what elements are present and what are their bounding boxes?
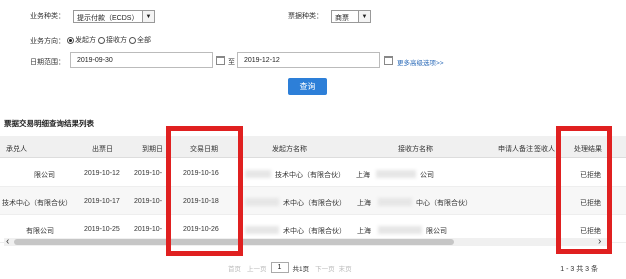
col-issue-date[interactable]: 出票日 — [92, 144, 113, 154]
cell-due-date: 2019-10- — [134, 226, 163, 233]
cell-due-date: 2019-10- — [134, 170, 163, 177]
cell-receiver-b: 中心（有限合伙） — [416, 200, 472, 207]
col-initiator[interactable]: 发起方名称 — [272, 144, 307, 154]
next-page-link[interactable]: 下一页 — [315, 263, 335, 273]
table-row[interactable]: 限公司 2019-10-12 2019-10- 2019-10-16 技术中心（… — [0, 159, 626, 187]
page-number-input[interactable]: 1 — [270, 262, 289, 273]
results-grid: 承兑人 出票日 到期日 交易日期 发起方名称 接收方名称 申请人备注 签收人 处… — [0, 136, 626, 246]
col-drawer[interactable]: 承兑人 — [6, 144, 27, 154]
cell-initiator: 技术中心（有限合伙） — [275, 172, 345, 179]
date-range-label: 日期范围： — [30, 59, 65, 66]
cell-receiver-b: 限公司 — [426, 228, 447, 235]
results-title: 票据交易明细查询结果列表 — [4, 119, 94, 128]
redacted-text — [378, 226, 422, 234]
first-page-link[interactable]: 首页 — [228, 263, 241, 273]
date-from-input[interactable]: 2019-09-30 — [70, 52, 213, 68]
date-to-input[interactable]: 2019-12-12 — [237, 52, 380, 68]
redacted-text — [376, 170, 416, 178]
col-receiver[interactable]: 接收方名称 — [398, 144, 433, 154]
prev-page-link[interactable]: 上一页 — [247, 263, 267, 273]
business-type-value: 提示付款（ECDS） — [77, 15, 139, 22]
cell-due-date: 2019-10- — [134, 198, 163, 205]
redacted-text — [245, 226, 279, 234]
advanced-options-link[interactable]: 更多高级选项>> — [397, 57, 444, 67]
chevron-down-icon: ▼ — [142, 11, 154, 22]
business-type-label: 业务种类： — [30, 13, 65, 20]
pagination: 首页 上一页 1 共1页 下一页 末页 — [228, 262, 352, 273]
radio-all[interactable]: 全部 — [129, 35, 151, 45]
page-total: 共1页 — [292, 265, 310, 273]
redacted-text — [245, 198, 279, 206]
cell-initiator: 术中心（有限合伙） — [283, 200, 346, 207]
cell-issue-date: 2019-10-25 — [84, 226, 120, 233]
cell-receiver-b: 公司 — [420, 172, 434, 179]
note-type-label: 票据种类： — [288, 13, 323, 20]
cell-initiator: 术中心（有限合伙） — [283, 228, 346, 235]
radio-dot-icon — [98, 36, 105, 44]
cell-drawer: 限公司 — [34, 172, 55, 179]
record-summary: 1 - 3 共 3 条 — [560, 266, 598, 273]
cell-issue-date: 2019-10-12 — [84, 170, 120, 177]
date-to-separator: 至 — [228, 59, 235, 66]
cell-receiver-a: 上海 — [357, 228, 371, 235]
radio-all-label: 全部 — [137, 37, 151, 44]
last-page-link[interactable]: 末页 — [339, 263, 352, 273]
note-type-value: 商票 — [335, 15, 349, 22]
col-applicant-note[interactable]: 申请人备注 — [498, 144, 533, 154]
col-signer-note[interactable]: 签收人 — [534, 144, 555, 154]
table-row[interactable]: 技术中心（有限合伙） 2019-10-17 2019-10- 2019-10-1… — [0, 187, 626, 215]
cell-drawer: 有限公司 — [26, 228, 54, 235]
direction-label: 业务方向： — [30, 38, 65, 45]
radio-initiator[interactable]: 发起方 — [67, 35, 96, 45]
radio-initiator-label: 发起方 — [75, 37, 96, 44]
radio-dot-icon — [67, 36, 74, 44]
calendar-icon[interactable] — [384, 56, 393, 65]
chevron-down-icon: ▼ — [358, 11, 370, 22]
query-button[interactable]: 查询 — [288, 78, 327, 95]
table-header: 承兑人 出票日 到期日 交易日期 发起方名称 接收方名称 申请人备注 签收人 处… — [0, 136, 626, 158]
note-type-select[interactable]: 商票 ▼ — [331, 10, 371, 23]
col-due-date[interactable]: 到期日 — [142, 144, 163, 154]
radio-receiver-label: 接收方 — [106, 37, 127, 44]
redacted-text — [378, 198, 412, 206]
highlight-trade-date-box — [166, 126, 243, 256]
cell-receiver-a: 上海 — [357, 200, 371, 207]
cell-receiver-a: 上海 — [356, 172, 370, 179]
business-type-select[interactable]: 提示付款（ECDS） ▼ — [73, 10, 155, 23]
scroll-left-icon[interactable]: ‹ — [6, 236, 9, 246]
highlight-result-box — [556, 126, 612, 254]
direction-radio-group: 发起方 接收方 全部 — [67, 35, 153, 45]
radio-dot-icon — [129, 36, 136, 44]
radio-receiver[interactable]: 接收方 — [98, 35, 127, 45]
cell-issue-date: 2019-10-17 — [84, 198, 120, 205]
cell-drawer: 技术中心（有限合伙） — [2, 200, 72, 207]
calendar-icon[interactable] — [216, 56, 225, 65]
redacted-text — [245, 170, 271, 178]
